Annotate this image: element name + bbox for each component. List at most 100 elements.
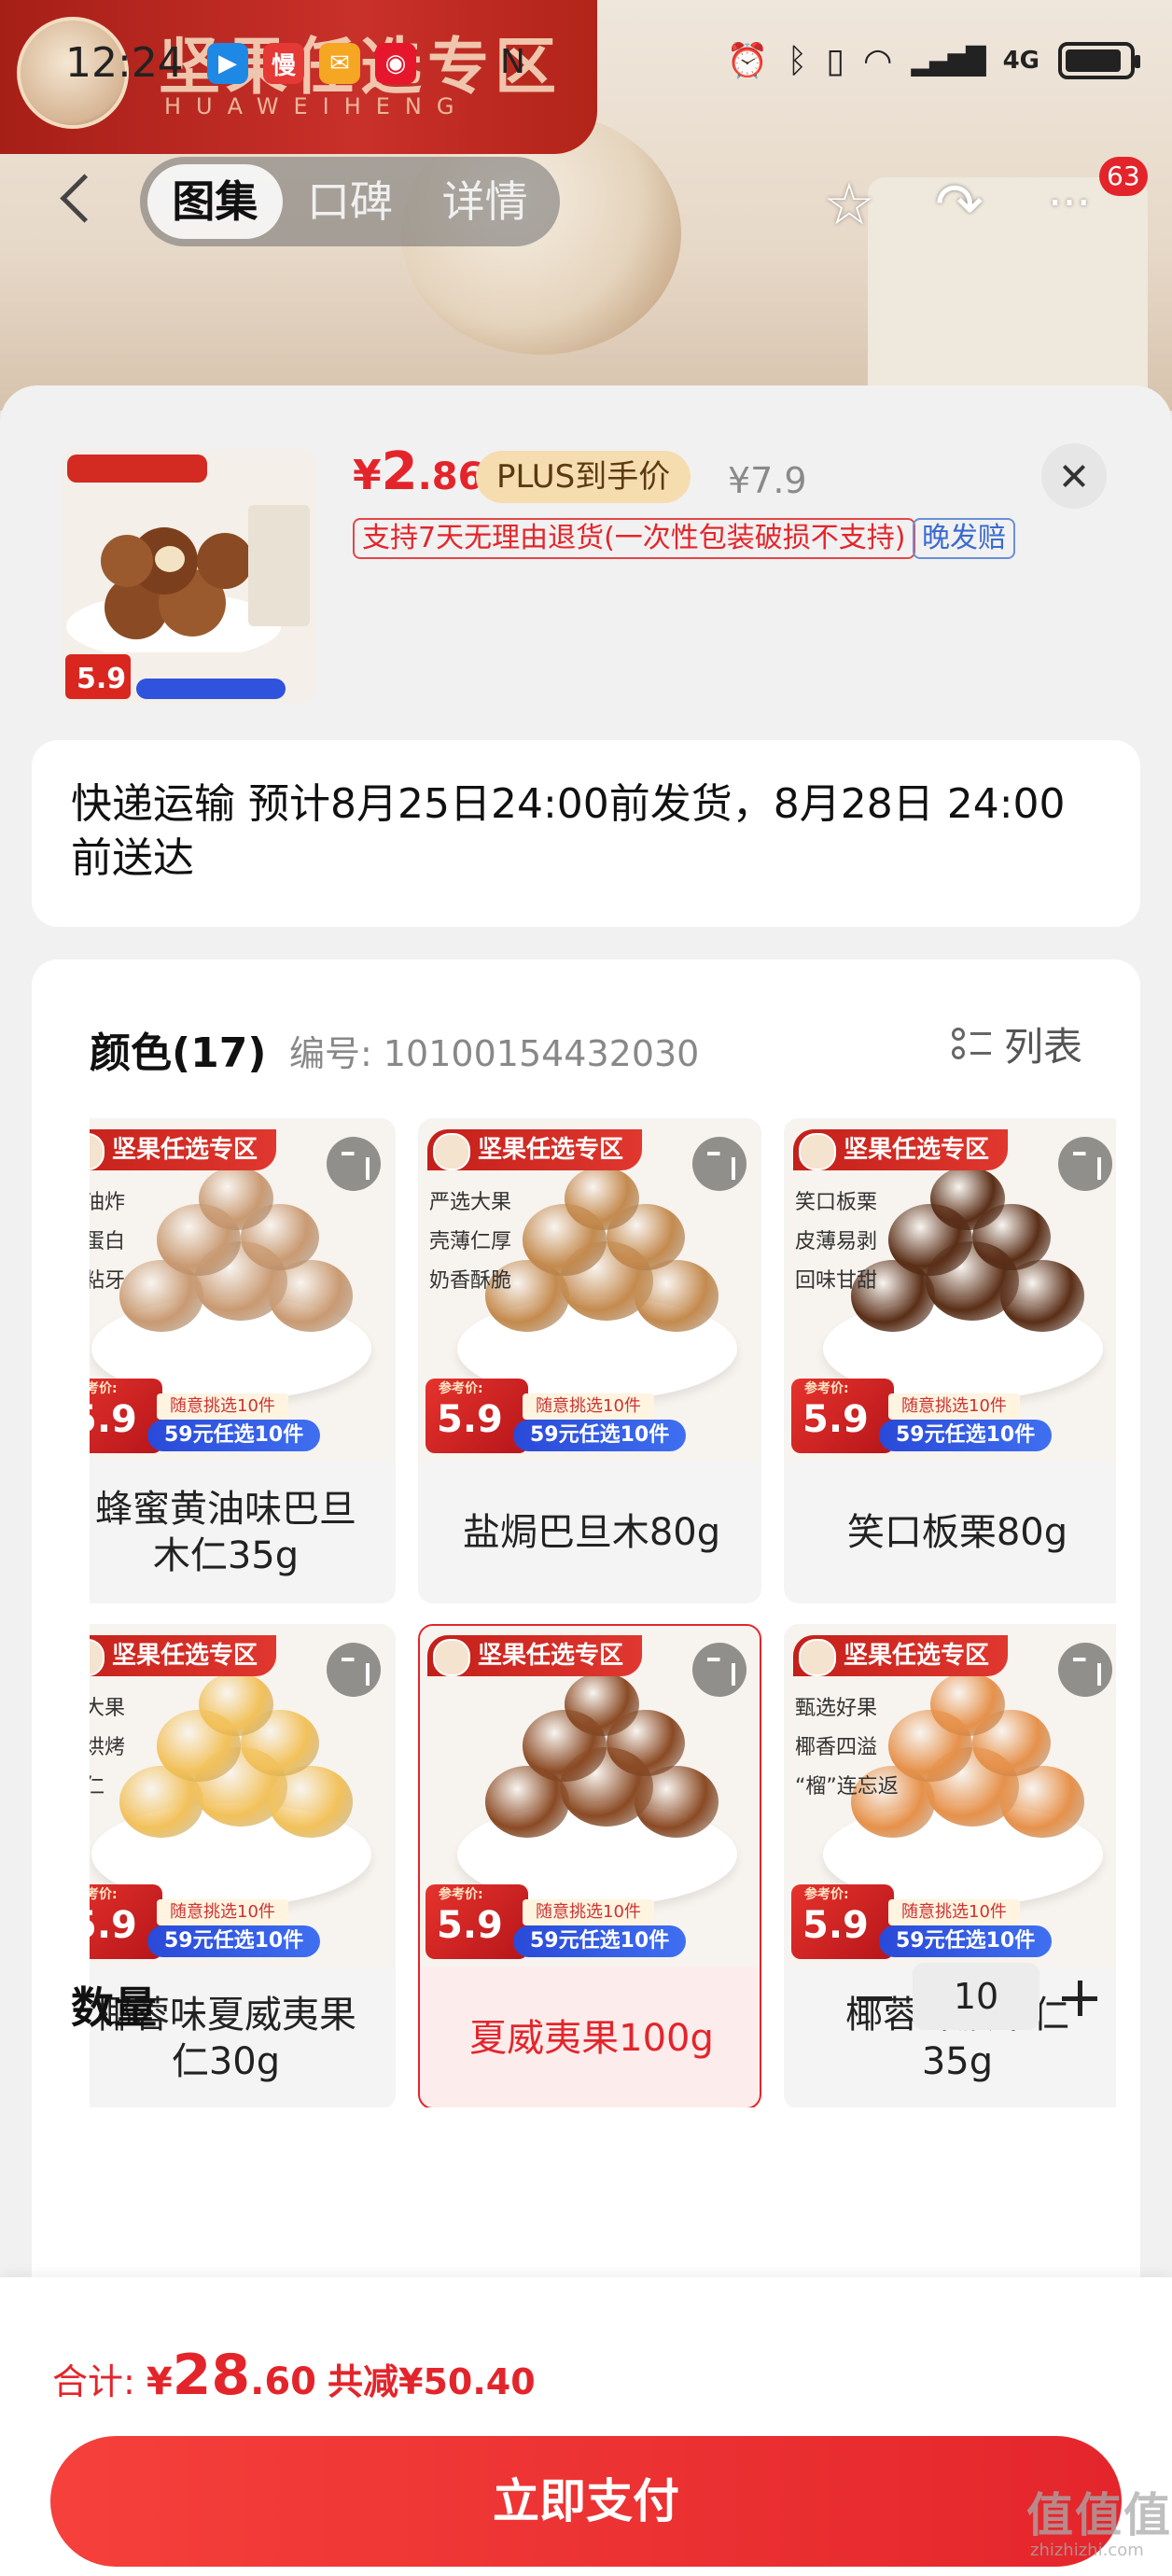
status-bar: 12:24 ▶ 慢 ✉ ◉ N ⏰ ᛒ ▯ ◠ ▂▄▆█ 4G [0,28,1172,112]
variant-image: 坚果任选专区 严选大果 壳薄仁厚 奶香酥脆 参考价: 5.9 随意挑选10件 59元任选10件 [420,1120,760,1461]
variant-name: 笑口板栗80g [846,1510,1068,1554]
image-price-caption: 参考价: [804,1381,849,1396]
plus-price-tag: PLUS到手价 [476,451,691,503]
image-price-value: 5.9 [802,1904,869,1947]
delivery-info-card: 快递运输 预计8月25日24:00前发货，8月28日 24:00前送达 [32,740,1140,927]
image-promo-banner: 59元任选10件 [147,1420,321,1451]
variant-name: 盐焗巴旦木80g [462,1510,721,1554]
man-app-icon: 慢 [263,43,304,84]
price-symbol: ¥ [353,452,382,499]
image-price-badge: 参考价: 5.9 [426,1379,528,1453]
list-view-icon [951,1026,991,1063]
decrease-quantity-button[interactable] [849,1972,901,2024]
tab-reviews[interactable]: 口碑 [283,164,418,239]
image-promo-note: 随意挑选10件 [157,1899,288,1925]
image-price-value: 5.9 [90,1904,137,1947]
product-code: 编号: 10100154432030 [289,1033,700,1074]
image-feature-text: 非油炸 [90,1191,126,1214]
late-delivery-compensation-tag[interactable]: 晚发赔 [913,518,1015,559]
nut-image [565,1167,639,1230]
variant-option[interactable]: 坚果任选专区 严选大果 壳薄仁厚 奶香酥脆 参考价: 5.9 随意挑选10件 59元任选10件… [418,1118,761,1603]
share-icon[interactable]: ↷ [924,168,995,239]
variant-name: 蜂蜜黄油味巴旦木仁35g [95,1487,356,1577]
page-tabs: 图集 口碑 详情 [140,157,560,246]
original-price: ¥7.9 [728,460,807,501]
image-promo-note: 随意挑选10件 [888,1393,1020,1420]
image-feature-text: 椰香四溢 [795,1736,878,1759]
image-promo-banner: 59元任选10件 [513,1925,687,1957]
nut-image [199,1673,273,1736]
image-feature-text: 选大果 [90,1697,126,1720]
image-promo-banner: 59元任选10件 [147,1925,321,1957]
variant-group-title: 颜色(17) [90,1029,267,1077]
expand-icon[interactable] [692,1137,746,1191]
wifi-icon: ◠ [863,41,893,80]
vibrate-icon: ▯ [826,41,844,80]
battery-level [1066,49,1122,72]
image-brand-banner: 坚果任选专区 [793,1129,1009,1170]
favorite-star-icon[interactable]: ☆ [814,168,885,239]
more-icon[interactable]: ··· [1034,168,1105,239]
nut-image [269,1260,353,1332]
image-price-caption: 参考价: [804,1887,849,1902]
watermark-logo: 值值值 [1026,2488,1172,2542]
nut-image [930,1673,1005,1736]
variant-image: 坚果任选专区选大果低烘烤脆仁参考价: 5.9 随意挑选10件59元任选10件 [90,1626,394,1967]
image-feature-text: “榴”连忘返 [795,1775,899,1799]
expand-icon[interactable] [327,1137,381,1191]
signal-icon: ▂▄▆█ [911,45,985,77]
image-feature-text: 笑口板栗 [795,1191,878,1214]
nut-image [1000,1260,1084,1332]
delivery-estimate: 快递运输 预计8月25日24:00前发货，8月28日 24:00前送达 [71,780,1066,882]
image-price-caption: 参考价: [90,1381,118,1396]
variant-selector-card: 颜色(17) 编号: 10100154432030 列表 坚果任选专区非油炸高蛋… [32,959,1140,2322]
expand-icon[interactable] [327,1643,381,1697]
total-integer: 28 [172,2343,251,2408]
nut-image [1000,1766,1084,1838]
image-feature-text: 高蛋白 [90,1230,126,1253]
variant-option[interactable]: 坚果任选专区非油炸高蛋白不粘牙参考价: 5.9 随意挑选10件59元任选10件蜂蜜黄… [90,1118,396,1603]
image-feature-text: 严选大果 [429,1191,512,1214]
sku-header: 5.9 ¥ 2 .86 PLUS到手价 ¥7.9 支持7天无理由退货(一次性包装… [0,385,1172,731]
image-feature-text: 低烘烤 [90,1736,126,1759]
image-brand-banner: 坚果任选专区 [793,1635,1009,1676]
expand-icon[interactable] [692,1643,746,1697]
expand-icon[interactable] [1058,1643,1112,1697]
image-price-badge: 参考价: 5.9 [426,1884,528,1959]
image-price-caption: 参考价: [90,1887,118,1902]
tab-gallery[interactable]: 图集 [147,164,283,239]
pay-now-button[interactable]: 立即支付 [50,2436,1122,2567]
price-decimal: .86 [417,455,484,498]
sku-price: ¥ 2 .86 [353,441,483,502]
close-icon[interactable] [1041,443,1107,509]
alarm-icon: ⏰ [726,42,769,80]
image-feature-text: 皮薄易剥 [795,1230,878,1253]
list-view-toggle[interactable]: 列表 [951,1015,1082,1072]
list-view-label: 列表 [1003,1024,1082,1070]
svg-text:5.9: 5.9 [77,663,126,695]
nut-image [930,1167,1005,1230]
product-thumbnail[interactable]: 5.9 [62,449,315,703]
back-icon[interactable] [54,168,99,228]
nut-image [635,1766,719,1838]
increase-quantity-button[interactable] [1054,1972,1107,2024]
quantity-row: 数量 10 [0,1955,1172,2058]
variant-image: 坚果任选专区 笑口板栗 皮薄易剥 回味甘甜 参考价: 5.9 随意挑选10件 59元任选10件 [786,1120,1116,1461]
price-integer: 2 [381,441,418,502]
variant-image: 坚果任选专区非油炸高蛋白不粘牙参考价: 5.9 随意挑选10件59元任选10件 [90,1120,394,1461]
image-price-value: 5.9 [90,1398,137,1441]
variant-option[interactable]: 坚果任选专区 笑口板栗 皮薄易剥 回味甘甜 参考价: 5.9 随意挑选10件 59元任选10件… [784,1118,1116,1603]
total-decimal: .60 [250,2360,317,2403]
expand-icon[interactable] [1058,1137,1112,1191]
battery-icon [1058,42,1140,79]
image-brand-banner: 坚果任选专区 [427,1635,643,1676]
quantity-input[interactable]: 10 [913,1963,1039,2030]
message-count-badge: 63 [1099,157,1148,196]
tab-details[interactable]: 详情 [417,164,552,239]
image-price-value: 5.9 [802,1398,869,1441]
status-time: 12:24 [65,39,184,87]
mail-app-icon: ✉ [319,43,360,84]
macadamia-thumbnail-image: 5.9 [62,449,315,703]
bluetooth-icon: ᛒ [787,41,808,80]
checkout-footer: 合计: ¥ 28 .60 共减¥50.40 立即支付 [0,2277,1172,2576]
